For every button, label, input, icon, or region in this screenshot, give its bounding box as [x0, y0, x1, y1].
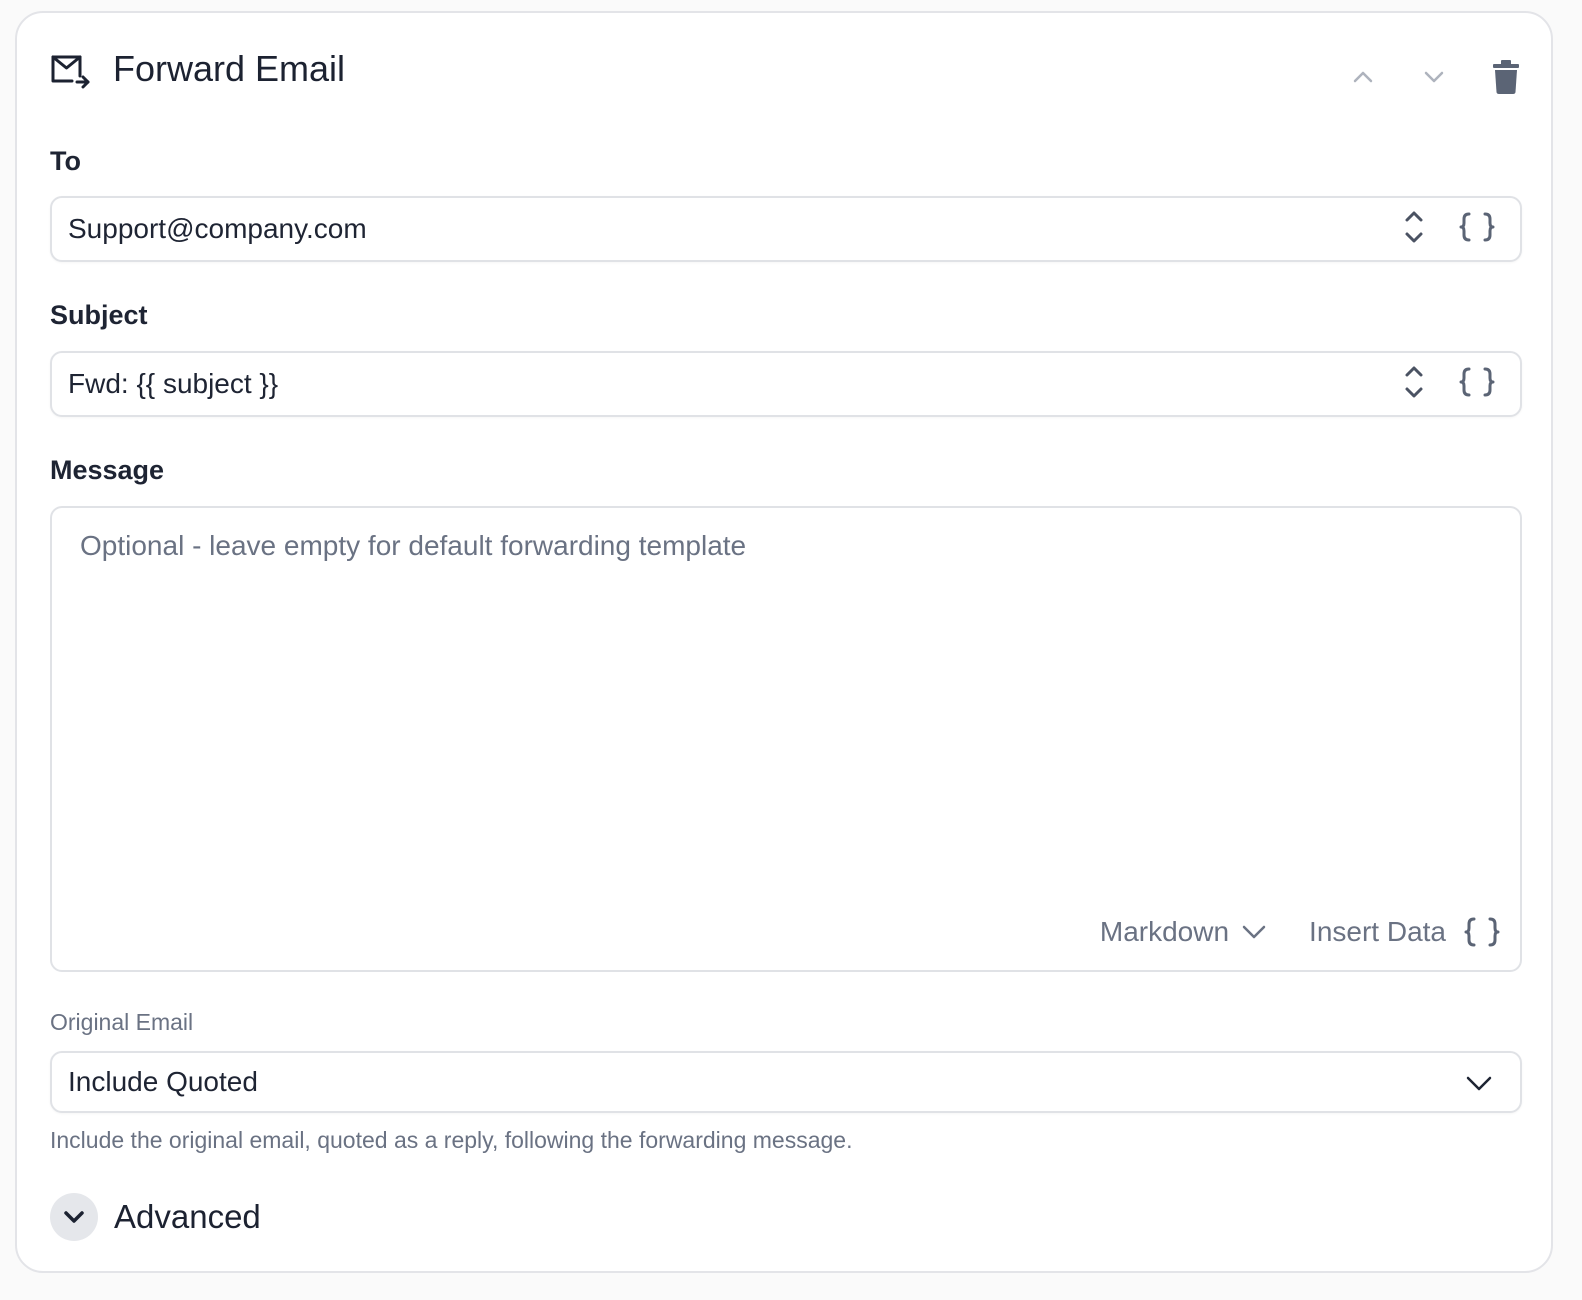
- insert-data-button[interactable]: Insert Data: [1309, 916, 1500, 948]
- chevron-down-icon: [1422, 65, 1446, 94]
- advanced-toggle[interactable]: Advanced: [50, 1193, 261, 1241]
- subject-label: Subject: [50, 300, 148, 330]
- forward-email-card: Forward Email To Support@company.com Sub…: [15, 11, 1553, 1273]
- chevron-down-icon: [1465, 1070, 1493, 1096]
- message-toolbar: Markdown Insert Data: [1100, 912, 1500, 952]
- original-email-value: Include Quoted: [68, 1066, 258, 1097]
- message-textarea[interactable]: Optional - leave empty for default forwa…: [50, 506, 1522, 972]
- original-email-helper: Include the original email, quoted as a …: [50, 1127, 853, 1153]
- curly-braces-icon: [1459, 366, 1495, 403]
- move-up-button[interactable]: [1343, 59, 1383, 99]
- curly-braces-icon: [1464, 916, 1500, 948]
- to-insert-variable-button[interactable]: [1459, 211, 1495, 247]
- subject-insert-variable-button[interactable]: [1459, 366, 1495, 402]
- chevron-up-down-icon: [1404, 365, 1424, 404]
- subject-field[interactable]: Fwd: {{ subject }}: [50, 351, 1522, 417]
- to-label: To: [50, 146, 81, 176]
- advanced-label: Advanced: [114, 1198, 261, 1235]
- to-field[interactable]: Support@company.com: [50, 196, 1522, 262]
- to-value[interactable]: Support@company.com: [68, 198, 367, 260]
- message-label: Message: [50, 455, 165, 485]
- advanced-toggle-circle[interactable]: [50, 1193, 98, 1241]
- message-placeholder: Optional - leave empty for default forwa…: [80, 530, 747, 561]
- trash-icon: [1492, 59, 1520, 99]
- chevron-down-icon: [61, 1204, 87, 1230]
- format-select[interactable]: Markdown: [1100, 916, 1267, 948]
- original-email-select[interactable]: Include Quoted: [50, 1051, 1522, 1113]
- card-header: Forward Email: [50, 49, 1530, 109]
- chevron-up-icon: [1351, 65, 1375, 94]
- move-down-button[interactable]: [1414, 59, 1454, 99]
- subject-value[interactable]: Fwd: {{ subject }}: [68, 353, 278, 415]
- format-select-label: Markdown: [1099, 916, 1230, 947]
- to-expand-button[interactable]: [1396, 211, 1432, 247]
- chevron-down-icon: [1241, 919, 1267, 945]
- card-title: Forward Email: [113, 48, 346, 89]
- delete-button[interactable]: [1486, 59, 1526, 99]
- original-email-label: Original Email: [50, 1009, 194, 1035]
- mail-forward-icon: [50, 49, 90, 89]
- subject-expand-button[interactable]: [1396, 366, 1432, 402]
- insert-data-label: Insert Data: [1309, 916, 1446, 947]
- chevron-up-down-icon: [1404, 210, 1424, 249]
- curly-braces-icon: [1459, 211, 1495, 248]
